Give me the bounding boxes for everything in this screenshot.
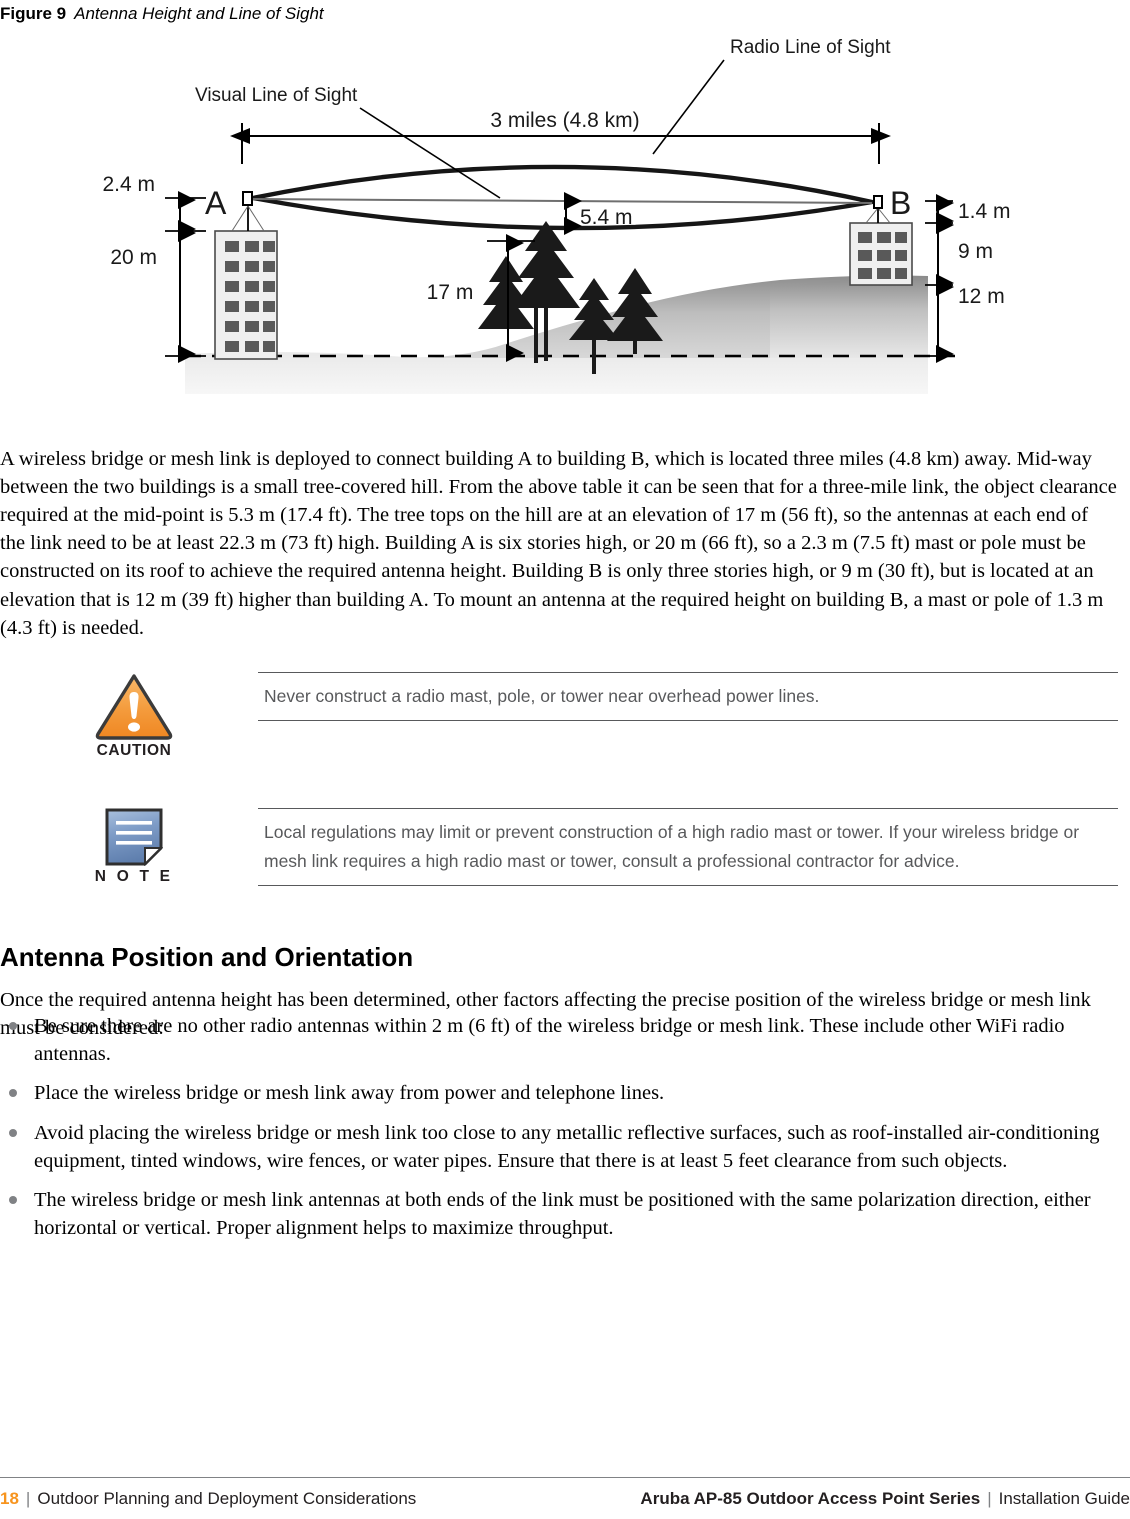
dimension-clearance: 5.4 m bbox=[564, 192, 633, 235]
dimension-clearance-label: 5.4 m bbox=[580, 206, 633, 229]
antenna-b-icon bbox=[873, 195, 883, 209]
antenna-a-icon bbox=[242, 191, 253, 206]
figure-title: Antenna Height and Line of Sight bbox=[74, 4, 324, 23]
dimension-mast-b-label: 1.4 m bbox=[958, 200, 1011, 223]
dimension-span-label: 3 miles (4.8 km) bbox=[490, 109, 639, 132]
considerations-list: Be sure there are no other radio antenna… bbox=[0, 1012, 1118, 1253]
note-document-icon bbox=[105, 808, 163, 866]
section-heading: Antenna Position and Orientation bbox=[0, 941, 414, 972]
callout-radio-los-label: Radio Line of Sight bbox=[730, 37, 891, 58]
dimension-building-b: 9 m bbox=[925, 216, 993, 292]
footer-right: Aruba AP-85 Outdoor Access Point Series |… bbox=[640, 1489, 1130, 1509]
note-icon-column: N O T E bbox=[0, 808, 258, 886]
bullet-dot-icon bbox=[9, 1089, 17, 1098]
list-item-text: The wireless bridge or mesh link antenna… bbox=[34, 1189, 1091, 1240]
main-paragraph: A wireless bridge or mesh link is deploy… bbox=[0, 447, 1117, 639]
dimension-span: 3 miles (4.8 km) bbox=[230, 109, 891, 164]
visual-line-of-sight-line bbox=[252, 198, 873, 204]
list-item: Be sure there are no other radio antenna… bbox=[0, 1012, 1118, 1068]
list-item: Avoid placing the wireless bridge or mes… bbox=[0, 1119, 1118, 1175]
list-item-text: Be sure there are no other radio antenna… bbox=[34, 1015, 1065, 1066]
list-item-text: Place the wireless bridge or mesh link a… bbox=[34, 1082, 665, 1105]
footer-separator-left: | bbox=[25, 1489, 31, 1508]
antenna-line-of-sight-diagram: 3 miles (4.8 km) Visual Line of Sight Ra… bbox=[0, 26, 1130, 411]
caution-word: CAUTION bbox=[96, 742, 172, 759]
bullet-dot-icon bbox=[9, 1196, 17, 1205]
note-admonition: N O T E Local regulations may limit or p… bbox=[0, 808, 1118, 886]
dimension-building-a: 20 m bbox=[110, 224, 206, 363]
bullet-dot-icon bbox=[9, 1022, 17, 1030]
figure-caption: Figure 9 Antenna Height and Line of Sight bbox=[0, 0, 1130, 24]
building-b-label: B bbox=[890, 185, 911, 221]
building-a: A bbox=[205, 185, 278, 360]
figure-label: Figure 9 bbox=[0, 4, 67, 23]
fresnel-zone-ellipse bbox=[250, 164, 875, 231]
building-a-label: A bbox=[205, 185, 227, 221]
list-item: Place the wireless bridge or mesh link a… bbox=[0, 1079, 1118, 1107]
list-item: The wireless bridge or mesh link antenna… bbox=[0, 1186, 1118, 1242]
note-text: Local regulations may limit or prevent c… bbox=[258, 808, 1118, 886]
building-b-windows bbox=[858, 232, 907, 279]
caution-admonition: CAUTION Never construct a radio mast, po… bbox=[0, 672, 1118, 760]
dimension-building-a-label: 20 m bbox=[110, 246, 157, 269]
footer-left: 18 | Outdoor Planning and Deployment Consi… bbox=[0, 1489, 416, 1509]
page-footer: 18 | Outdoor Planning and Deployment Consi… bbox=[0, 1489, 1130, 1515]
note-word: N O T E bbox=[94, 868, 174, 885]
footer-separator-right: | bbox=[987, 1489, 992, 1508]
bullet-dot-icon bbox=[9, 1128, 17, 1137]
dimension-building-b-label: 9 m bbox=[958, 240, 993, 263]
footer-guide: Installation Guide bbox=[998, 1489, 1130, 1508]
callout-visual-los-label: Visual Line of Sight bbox=[195, 85, 358, 106]
footer-divider bbox=[0, 1477, 1130, 1478]
dimension-trees-label: 17 m bbox=[427, 281, 474, 304]
dimension-mast-b: 1.4 m bbox=[925, 194, 1011, 230]
footer-chapter: Outdoor Planning and Deployment Consider… bbox=[37, 1489, 417, 1508]
page-number: 18 bbox=[0, 1489, 19, 1508]
list-item-text: Avoid placing the wireless bridge or mes… bbox=[34, 1121, 1100, 1172]
caution-text: Never construct a radio mast, pole, or t… bbox=[258, 672, 1118, 721]
dimension-mast-a: 2.4 m bbox=[102, 173, 206, 238]
warning-triangle-icon bbox=[95, 674, 173, 740]
dimension-elevation-b-label: 12 m bbox=[958, 285, 1005, 308]
caution-icon-column: CAUTION bbox=[0, 672, 258, 760]
dimension-mast-a-label: 2.4 m bbox=[102, 173, 155, 196]
footer-product: Aruba AP-85 Outdoor Access Point Series bbox=[640, 1489, 981, 1508]
dimension-elevation-b: 12 m bbox=[925, 278, 1005, 363]
